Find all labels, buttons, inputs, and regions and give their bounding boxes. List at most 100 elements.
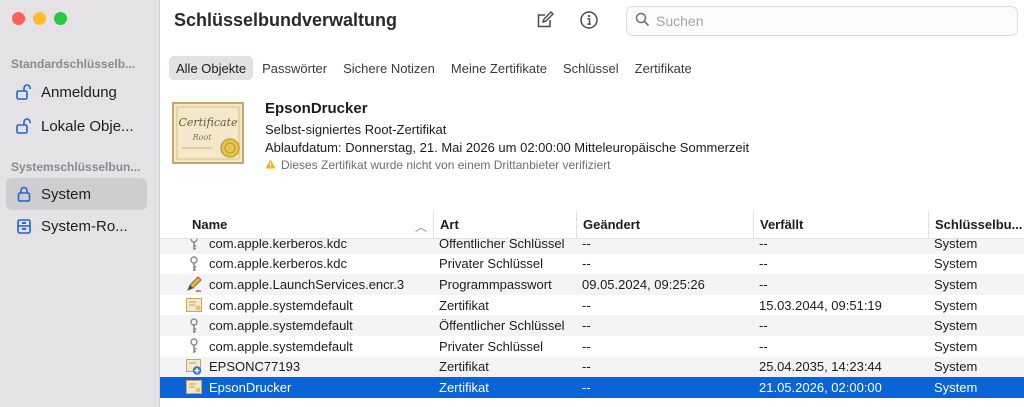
- column-header-name[interactable]: Name ︿: [160, 211, 433, 239]
- certificate-image: Certificate Root: [172, 100, 244, 166]
- column-header-expires[interactable]: Verfällt: [753, 211, 928, 239]
- row-kind: Zertifikat: [439, 297, 489, 313]
- column-header-modified[interactable]: Geändert: [576, 211, 753, 239]
- row-name: EpsonDrucker: [209, 379, 292, 395]
- row-keychain: System: [934, 379, 978, 395]
- table-header: Name ︿ Art Geändert Verfällt Schlüsselbu…: [160, 211, 1024, 239]
- warning-text: Dieses Zertifikat wurde nicht von einem …: [281, 158, 611, 172]
- cabinet-icon: [15, 217, 33, 235]
- filter-certificates[interactable]: Zertifikate: [628, 56, 699, 80]
- sidebar-item-login[interactable]: Anmeldung: [6, 76, 147, 108]
- search-input[interactable]: [656, 13, 996, 29]
- zoom-window-button[interactable]: [54, 12, 67, 25]
- sidebar-section-default-keychains: Standardschlüsselb...: [11, 57, 136, 71]
- search-field[interactable]: [626, 6, 1018, 36]
- row-modified: --: [582, 318, 591, 334]
- certificate-warning: Dieses Zertifikat wurde nicht von einem …: [265, 158, 610, 172]
- search-icon: [635, 12, 650, 30]
- row-keychain: System: [934, 256, 978, 272]
- row-modified: --: [582, 297, 591, 313]
- column-header-kind[interactable]: Art: [433, 211, 576, 239]
- compose-icon: [535, 10, 555, 33]
- row-expires: 15.03.2044, 09:51:19: [759, 297, 882, 313]
- column-header-keychain[interactable]: Schlüsselbu...: [928, 211, 1024, 239]
- row-expires: --: [759, 318, 768, 334]
- info-button[interactable]: [576, 8, 602, 34]
- sidebar-item-label: System: [41, 185, 92, 203]
- sidebar-item-label: System-Ro...: [41, 217, 128, 235]
- row-kind: Privater Schlüssel: [439, 256, 544, 272]
- row-modified: --: [582, 379, 591, 395]
- category-filter-bar: Alle Objekte Passwörter Sichere Notizen …: [160, 55, 1024, 81]
- key-icon: [186, 256, 202, 272]
- table-row[interactable]: com.apple.systemdefault Zertifikat -- 15…: [160, 295, 1024, 316]
- filter-keys[interactable]: Schlüssel: [556, 56, 626, 80]
- row-name: com.apple.LaunchServices.encr.3: [209, 276, 405, 292]
- row-keychain: System: [934, 359, 978, 375]
- sidebar-item-label: Anmeldung: [41, 83, 117, 101]
- row-kind: Öffentlicher Schlüssel: [439, 318, 565, 334]
- row-modified: --: [582, 256, 591, 272]
- key-icon: [186, 317, 202, 334]
- certificate-summary: Certificate Root EpsonDrucker Selbst-sig…: [160, 94, 1024, 184]
- sidebar-item-system-roots[interactable]: System-Ro...: [6, 210, 147, 242]
- certificate-plus-icon: [186, 358, 202, 375]
- sidebar-item-system[interactable]: System: [6, 178, 147, 210]
- table-row[interactable]: EPSONC77193 Zertifikat -- 25.04.2035, 14…: [160, 356, 1024, 378]
- row-name: com.apple.systemdefault: [209, 318, 353, 334]
- row-kind: Zertifikat: [439, 379, 489, 395]
- table-row[interactable]: com.apple.LaunchServices.encr.3 Programm…: [160, 274, 1024, 295]
- row-modified: --: [582, 338, 591, 354]
- info-icon: [579, 10, 599, 33]
- row-expires: 25.04.2035, 14:23:44: [759, 359, 882, 375]
- sidebar-item-local-items[interactable]: Lokale Obje...: [6, 110, 147, 142]
- main-area: Schlüsselbundverwaltung Alle Objekte Pas…: [160, 0, 1024, 407]
- certificate-type: Selbst-signiertes Root-Zertifikat: [265, 122, 447, 137]
- row-expires: --: [759, 256, 768, 272]
- row-name: EPSONC77193: [209, 359, 301, 375]
- sidebar: Standardschlüsselb... Anmeldung Lokale O…: [0, 0, 160, 407]
- certificate-name: EpsonDrucker: [265, 100, 368, 117]
- filter-my-certificates[interactable]: Meine Zertifikate: [444, 56, 554, 80]
- sidebar-item-label: Lokale Obje...: [41, 117, 134, 135]
- window-title: Schlüsselbundverwaltung: [174, 10, 398, 30]
- row-keychain: System: [934, 338, 978, 354]
- table-row[interactable]: com.apple.systemdefault Öffentlicher Sch…: [160, 315, 1024, 336]
- row-expires: 21.05.2026, 02:00:00: [759, 379, 882, 395]
- table-rows: com.apple.kerberos.kdc Öffentlicher Schl…: [160, 233, 1024, 398]
- filter-secure-notes[interactable]: Sichere Notizen: [336, 56, 442, 80]
- row-modified: 09.05.2024, 09:25:26: [582, 276, 705, 292]
- lock-open-icon: [15, 117, 33, 135]
- row-name: com.apple.systemdefault: [209, 338, 353, 354]
- pen-icon: [186, 276, 202, 293]
- certificate-image-subtitle: Root: [192, 133, 213, 142]
- row-keychain: System: [934, 297, 978, 313]
- filter-passwords[interactable]: Passwörter: [255, 56, 334, 80]
- table-row[interactable]: com.apple.systemdefault Privater Schlüss…: [160, 336, 1024, 357]
- items-table: com.apple.kerberos.kdc Öffentlicher Schl…: [160, 211, 1024, 407]
- certificate-icon: [186, 379, 202, 395]
- column-header-label: Name: [192, 217, 228, 232]
- certificate-expiry: Ablaufdatum: Donnerstag, 21. Mai 2026 um…: [265, 140, 750, 155]
- close-window-button[interactable]: [12, 12, 25, 25]
- row-expires: --: [759, 276, 768, 292]
- new-item-button[interactable]: [532, 8, 558, 34]
- row-kind: Programmpasswort: [439, 276, 552, 292]
- row-kind: Privater Schlüssel: [439, 338, 544, 354]
- certificate-image-title: Certificate: [178, 116, 238, 129]
- row-expires: --: [759, 338, 768, 354]
- table-row[interactable]: com.apple.kerberos.kdc Privater Schlüsse…: [160, 254, 1024, 275]
- row-name: com.apple.kerberos.kdc: [209, 256, 348, 272]
- row-keychain: System: [934, 276, 978, 292]
- sort-ascending-icon: ︿: [414, 219, 427, 234]
- certificate-icon: [186, 297, 202, 313]
- filter-all-items[interactable]: Alle Objekte: [169, 56, 254, 80]
- key-icon: [186, 338, 202, 354]
- row-keychain: System: [934, 318, 978, 334]
- minimize-window-button[interactable]: [33, 12, 46, 25]
- window-controls: [12, 12, 67, 25]
- table-row[interactable]: EpsonDrucker Zertifikat -- 21.05.2026, 0…: [160, 377, 1024, 398]
- row-name: com.apple.systemdefault: [209, 297, 353, 313]
- lock-open-icon: [15, 83, 33, 101]
- row-kind: Zertifikat: [439, 359, 489, 375]
